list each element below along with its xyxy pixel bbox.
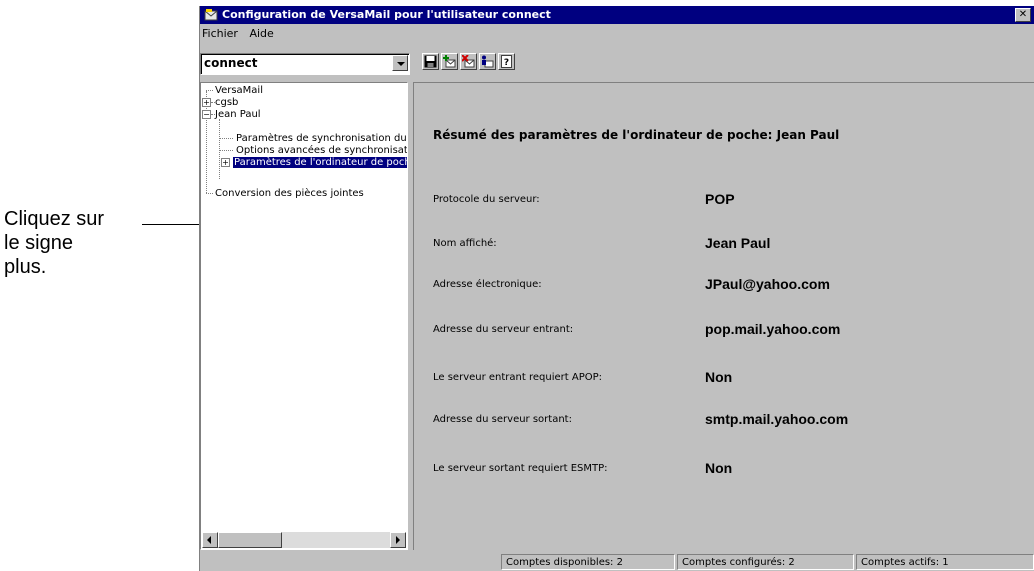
field-value-incoming-server: pop.mail.yahoo.com [705,321,841,337]
window-title: Configuration de VersaMail pour l'utilis… [222,8,551,21]
user-account-button[interactable] [479,53,496,70]
scroll-left-icon[interactable] [202,532,218,548]
tree-item-handheld-settings[interactable]: Paramètres de l'ordinateur de poche [233,157,407,169]
mail-icon [204,9,218,21]
collapse-icon[interactable]: − [202,110,211,119]
menu-bar: Fichier Aide [200,25,1034,42]
close-icon: ✕ [1018,9,1028,20]
callout-text: Cliquez sur le signe plus. [4,207,152,279]
user-mail-icon [482,55,494,68]
scroll-right-icon[interactable] [390,532,406,548]
summary-title: Résumé des paramètres de l'ordinateur de… [433,128,840,142]
field-value-email: JPaul@yahoo.com [705,276,830,292]
chevron-down-icon[interactable] [392,55,408,71]
help-button[interactable]: ? [498,53,515,70]
svg-text:?: ? [504,58,509,68]
add-mail-icon [443,55,456,68]
save-button[interactable] [422,53,439,70]
field-value-outgoing-server: smtp.mail.yahoo.com [705,411,849,427]
account-select-value: connect [204,56,258,70]
tree-item-cgsb[interactable]: cgsb [215,97,238,109]
status-bar: Comptes disponibles: 2 Comptes configuré… [200,553,1034,571]
field-value-display-name: Jean Paul [705,235,771,251]
close-button[interactable]: ✕ [1015,8,1031,22]
add-account-button[interactable] [441,53,458,70]
tree-item-versamail[interactable]: VersaMail [215,85,263,97]
tree-item-attachment-conversion[interactable]: Conversion des pièces jointes [215,188,364,200]
help-icon: ? [501,55,512,68]
field-value-apop: Non [705,369,733,385]
status-configured-accounts: Comptes configurés: 2 [677,554,854,570]
delete-account-button[interactable] [460,53,477,70]
status-active-accounts: Comptes actifs: 1 [856,554,1034,570]
menu-file[interactable]: Fichier [200,27,242,40]
field-value-esmtp: Non [705,460,733,476]
versamail-config-window: Configuration de VersaMail pour l'utilis… [199,6,1034,571]
field-label-esmtp: Le serveur sortant requiert ESMTP: [433,463,608,474]
callout-line-2: le signe [4,232,73,254]
callout-line-3: plus. [4,256,47,278]
status-available-accounts: Comptes disponibles: 2 [501,554,675,570]
tree-item-advanced-sync[interactable]: Options avancées de synchronisation [236,145,407,157]
settings-tree: VersaMail + cgsb − Jean Paul Paramètres … [200,82,408,550]
field-label-display-name: Nom affiché: [433,238,497,249]
field-label-protocol: Protocole du serveur: [433,194,540,205]
scrollbar-thumb[interactable] [218,532,282,548]
field-value-protocol: POP [705,191,735,207]
tree-item-jean-paul[interactable]: Jean Paul [215,109,261,121]
callout-line-1: Cliquez sur [4,208,105,230]
expand-icon[interactable]: + [202,98,211,107]
field-label-outgoing-server: Adresse du serveur sortant: [433,414,572,425]
field-label-apop: Le serveur entrant requiert APOP: [433,372,602,383]
tree-item-sync-settings[interactable]: Paramètres de synchronisation du [236,133,407,145]
menu-help[interactable]: Aide [245,27,277,40]
save-icon [424,55,437,68]
field-label-email: Adresse électronique: [433,279,542,290]
delete-mail-icon [462,55,475,68]
expand-icon[interactable]: + [221,158,230,167]
tree-horizontal-scrollbar[interactable] [202,532,406,548]
title-bar: Configuration de VersaMail pour l'utilis… [200,6,1034,24]
account-select[interactable]: connect [200,53,410,75]
summary-panel: Résumé des paramètres de l'ordinateur de… [413,82,1034,550]
tree-item-handheld-settings-label: Paramètres de l'ordinateur de poche [233,157,407,168]
field-label-incoming-server: Adresse du serveur entrant: [433,324,574,335]
